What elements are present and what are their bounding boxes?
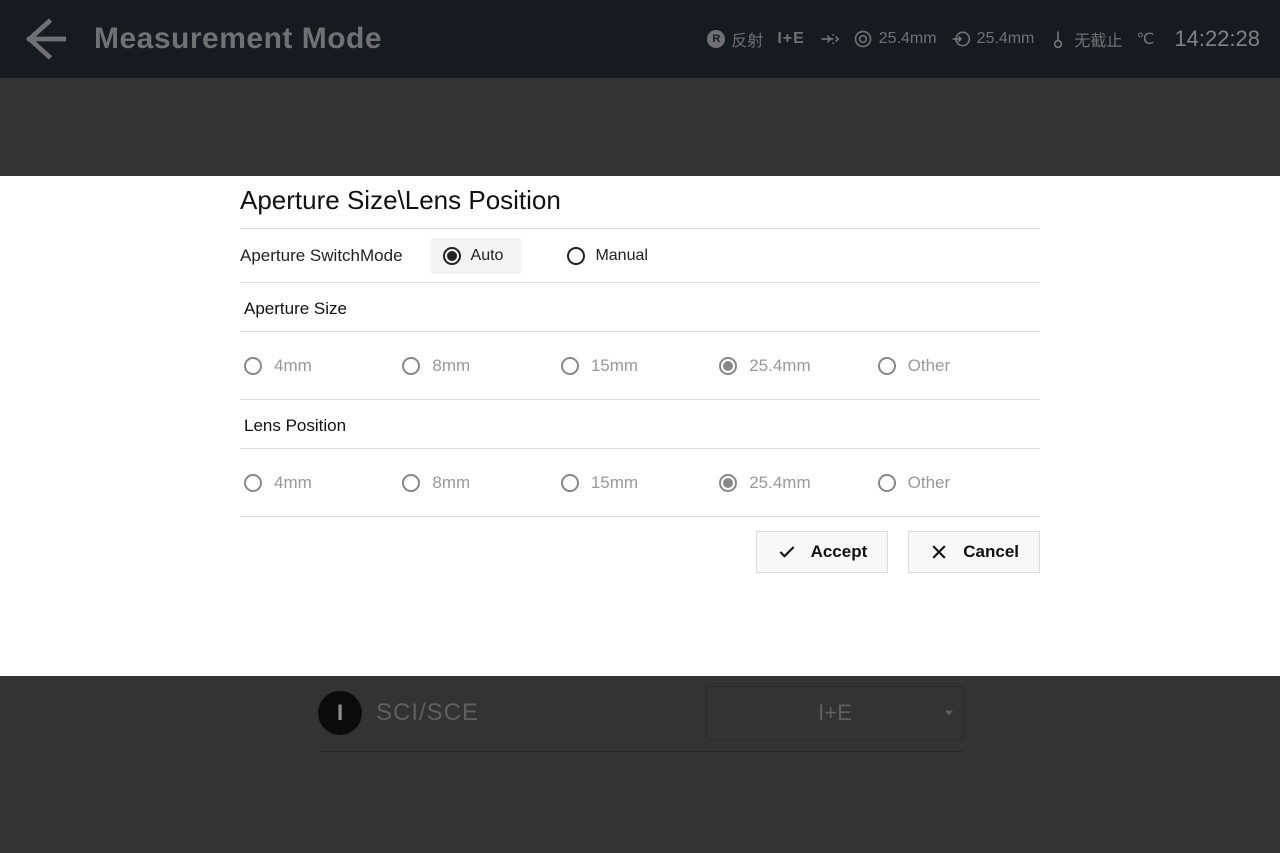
aperture-size-label: Aperture Size bbox=[240, 283, 1040, 332]
page-title: Measurement Mode bbox=[94, 22, 382, 56]
radio-icon bbox=[244, 474, 262, 492]
cancel-label: Cancel bbox=[963, 542, 1019, 562]
radio-icon bbox=[719, 474, 737, 492]
check-icon bbox=[777, 542, 797, 562]
aperture-icon bbox=[853, 29, 873, 49]
radio-icon bbox=[244, 357, 262, 375]
radio-icon bbox=[878, 474, 896, 492]
target-enter-icon bbox=[951, 29, 971, 49]
lens-option-15mm[interactable]: 15mm bbox=[561, 473, 719, 493]
switch-mode-manual-label: Manual bbox=[595, 247, 647, 265]
dialog-title: Aperture Size\Lens Position bbox=[240, 185, 1040, 216]
radio-icon bbox=[719, 357, 737, 375]
info-badge-icon: I bbox=[318, 691, 362, 735]
lens-position-options: 4mm 8mm 15mm 25.4mm Other bbox=[240, 449, 1040, 517]
cutoff-label: 无截止 bbox=[1074, 27, 1122, 51]
aperture-dialog: Aperture Size\Lens Position Aperture Swi… bbox=[240, 185, 1040, 573]
lens-option-4mm[interactable]: 4mm bbox=[244, 473, 402, 493]
reflect-badge-icon: R bbox=[707, 30, 725, 48]
radio-icon bbox=[402, 357, 420, 375]
radio-icon bbox=[402, 474, 420, 492]
switch-mode-manual[interactable]: Manual bbox=[555, 238, 665, 274]
aperture-size-options: 4mm 8mm 15mm 25.4mm Other bbox=[240, 332, 1040, 400]
lens-option-Other[interactable]: Other bbox=[878, 473, 1036, 493]
accept-button[interactable]: Accept bbox=[756, 531, 889, 573]
radio-icon bbox=[443, 247, 461, 265]
aperture-2-value: 25.4mm bbox=[977, 30, 1035, 48]
lens-position-label: Lens Position bbox=[240, 400, 1040, 449]
aperture-option-15mm[interactable]: 15mm bbox=[561, 356, 719, 376]
aperture-option-Other[interactable]: Other bbox=[878, 356, 1036, 376]
option-label: 4mm bbox=[274, 473, 312, 493]
back-button[interactable] bbox=[20, 16, 66, 62]
aperture-option-4mm[interactable]: 4mm bbox=[244, 356, 402, 376]
back-arrow-icon bbox=[20, 16, 66, 62]
option-label: Other bbox=[908, 473, 951, 493]
chevron-down-icon bbox=[945, 711, 953, 716]
status-aperture-1: 25.4mm bbox=[853, 29, 937, 49]
dropdown-value: I+E bbox=[818, 700, 852, 726]
dialog-buttons: Accept Cancel bbox=[240, 517, 1040, 573]
option-label: 8mm bbox=[432, 356, 470, 376]
lens-option-8mm[interactable]: 8mm bbox=[402, 473, 560, 493]
option-label: 25.4mm bbox=[749, 473, 810, 493]
aperture-option-25-4mm[interactable]: 25.4mm bbox=[719, 356, 877, 376]
status-cutoff: 无截止 bbox=[1048, 27, 1122, 51]
cancel-button[interactable]: Cancel bbox=[908, 531, 1040, 573]
status-reflect: R 反射 bbox=[707, 27, 763, 51]
thermometer-icon bbox=[1048, 29, 1068, 49]
radio-icon bbox=[561, 474, 579, 492]
option-label: 8mm bbox=[432, 473, 470, 493]
switch-mode-row: Aperture SwitchMode Auto Manual bbox=[240, 229, 1040, 283]
radio-icon bbox=[878, 357, 896, 375]
scisce-dropdown[interactable]: I+E bbox=[706, 686, 964, 740]
status-aperture-2: 25.4mm bbox=[951, 29, 1035, 49]
aperture-1-value: 25.4mm bbox=[879, 30, 937, 48]
scisce-label: SCI/SCE bbox=[376, 699, 479, 727]
clock: 14:22:28 bbox=[1174, 26, 1260, 52]
scisce-row: I SCI/SCE I+E bbox=[318, 688, 964, 738]
status-ie: I+E bbox=[777, 30, 804, 48]
temp-unit: ℃ bbox=[1136, 29, 1154, 49]
switch-mode-auto[interactable]: Auto bbox=[431, 238, 522, 274]
option-label: 25.4mm bbox=[749, 356, 810, 376]
content-band-top bbox=[0, 78, 1280, 176]
topbar: Measurement Mode R 反射 I+E 25.4mm 25.4mm … bbox=[0, 0, 1280, 78]
usb-icon bbox=[819, 29, 839, 49]
option-label: 4mm bbox=[274, 356, 312, 376]
radio-icon bbox=[561, 357, 579, 375]
option-label: Other bbox=[908, 356, 951, 376]
option-label: 15mm bbox=[591, 473, 638, 493]
divider bbox=[318, 751, 964, 752]
aperture-option-8mm[interactable]: 8mm bbox=[402, 356, 560, 376]
radio-icon bbox=[567, 247, 585, 265]
lens-option-25-4mm[interactable]: 25.4mm bbox=[719, 473, 877, 493]
reflect-label: 反射 bbox=[731, 27, 763, 51]
accept-label: Accept bbox=[811, 542, 868, 562]
switch-mode-label: Aperture SwitchMode bbox=[240, 246, 403, 266]
status-bar: R 反射 I+E 25.4mm 25.4mm 无截止 ℃ 14:22:28 bbox=[707, 26, 1260, 52]
switch-mode-auto-label: Auto bbox=[471, 247, 504, 265]
close-icon bbox=[929, 542, 949, 562]
option-label: 15mm bbox=[591, 356, 638, 376]
